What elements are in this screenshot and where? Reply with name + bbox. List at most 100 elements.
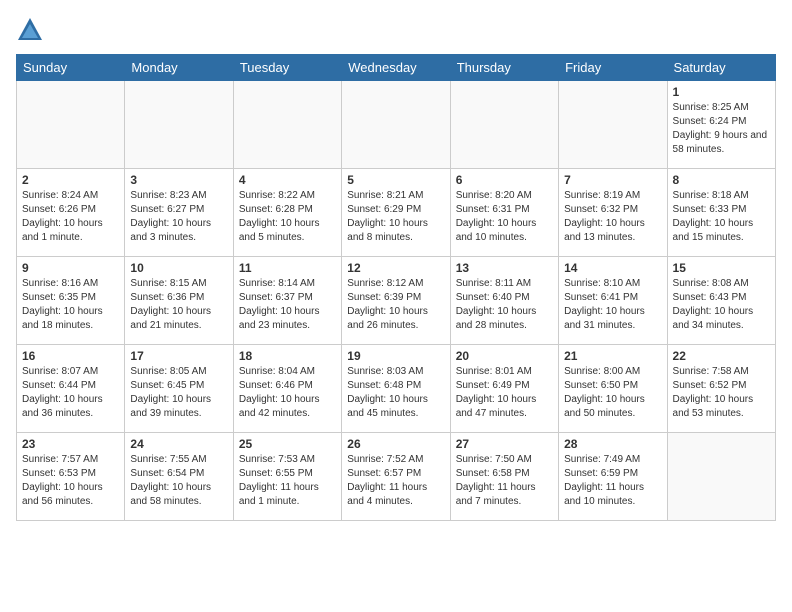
day-info: Sunrise: 8:18 AM Sunset: 6:33 PM Dayligh… <box>673 189 770 245</box>
day-number: 15 <box>673 261 770 275</box>
day-number: 24 <box>130 437 227 451</box>
day-number: 17 <box>130 349 227 363</box>
day-number: 10 <box>130 261 227 275</box>
calendar-day-header: Saturday <box>667 55 775 81</box>
day-info: Sunrise: 8:21 AM Sunset: 6:29 PM Dayligh… <box>347 189 444 245</box>
day-info: Sunrise: 8:22 AM Sunset: 6:28 PM Dayligh… <box>239 189 336 245</box>
day-number: 25 <box>239 437 336 451</box>
day-info: Sunrise: 8:00 AM Sunset: 6:50 PM Dayligh… <box>564 365 661 421</box>
day-info: Sunrise: 7:58 AM Sunset: 6:52 PM Dayligh… <box>673 365 770 421</box>
day-number: 19 <box>347 349 444 363</box>
day-info: Sunrise: 8:01 AM Sunset: 6:49 PM Dayligh… <box>456 365 553 421</box>
calendar-day-cell: 13Sunrise: 8:11 AM Sunset: 6:40 PM Dayli… <box>450 257 558 345</box>
logo <box>16 16 48 44</box>
day-number: 3 <box>130 173 227 187</box>
day-number: 16 <box>22 349 119 363</box>
page: SundayMondayTuesdayWednesdayThursdayFrid… <box>0 0 792 529</box>
calendar-day-header: Wednesday <box>342 55 450 81</box>
day-info: Sunrise: 8:14 AM Sunset: 6:37 PM Dayligh… <box>239 277 336 333</box>
day-info: Sunrise: 8:25 AM Sunset: 6:24 PM Dayligh… <box>673 101 770 157</box>
calendar-day-cell <box>125 81 233 169</box>
day-number: 11 <box>239 261 336 275</box>
day-info: Sunrise: 8:11 AM Sunset: 6:40 PM Dayligh… <box>456 277 553 333</box>
day-info: Sunrise: 7:52 AM Sunset: 6:57 PM Dayligh… <box>347 453 444 509</box>
day-info: Sunrise: 7:57 AM Sunset: 6:53 PM Dayligh… <box>22 453 119 509</box>
calendar-week-row: 9 Sunrise: 8:16 AM Sunset: 6:35 PM Daylig… <box>17 257 776 345</box>
day-number: 2 <box>22 173 119 187</box>
day-info: Sunrise: 8:04 AM Sunset: 6:46 PM Dayligh… <box>239 365 336 421</box>
day-number: 27 <box>456 437 553 451</box>
calendar-day-cell: 19 Sunrise: 8:03 AM Sunset: 6:48 PM Dayli… <box>342 345 450 433</box>
calendar-day-cell: 27 Sunrise: 7:50 AM Sunset: 6:58 PM Dayli… <box>450 433 558 521</box>
day-info: Sunrise: 7:55 AM Sunset: 6:54 PM Dayligh… <box>130 453 227 509</box>
calendar-day-cell <box>342 81 450 169</box>
calendar-day-cell <box>559 81 667 169</box>
header <box>16 16 776 44</box>
calendar-day-cell: 10 Sunrise: 8:15 AM Sunset: 6:36 PM Dayli… <box>125 257 233 345</box>
calendar-day-cell: 14 Sunrise: 8:10 AM Sunset: 6:41 PM Dayli… <box>559 257 667 345</box>
calendar-day-cell: 17 Sunrise: 8:05 AM Sunset: 6:45 PM Dayli… <box>125 345 233 433</box>
calendar-week-row: 16 Sunrise: 8:07 AM Sunset: 6:44 PM Dayli… <box>17 345 776 433</box>
calendar-day-cell: 21 Sunrise: 8:00 AM Sunset: 6:50 PM Dayli… <box>559 345 667 433</box>
day-number: 18 <box>239 349 336 363</box>
day-number: 22 <box>673 349 770 363</box>
calendar-week-row: 2 Sunrise: 8:24 AM Sunset: 6:26 PM Daylig… <box>17 169 776 257</box>
day-info: Sunrise: 8:24 AM Sunset: 6:26 PM Dayligh… <box>22 189 119 245</box>
day-number: 7 <box>564 173 661 187</box>
day-number: 21 <box>564 349 661 363</box>
day-number: 12 <box>347 261 444 275</box>
day-info: Sunrise: 8:08 AM Sunset: 6:43 PM Dayligh… <box>673 277 770 333</box>
calendar-header-row: SundayMondayTuesdayWednesdayThursdayFrid… <box>17 55 776 81</box>
day-info: Sunrise: 8:03 AM Sunset: 6:48 PM Dayligh… <box>347 365 444 421</box>
calendar-day-cell: 7 Sunrise: 8:19 AM Sunset: 6:32 PM Daylig… <box>559 169 667 257</box>
day-number: 1 <box>673 85 770 99</box>
calendar-day-cell: 6 Sunrise: 8:20 AM Sunset: 6:31 PM Daylig… <box>450 169 558 257</box>
day-info: Sunrise: 8:16 AM Sunset: 6:35 PM Dayligh… <box>22 277 119 333</box>
calendar-day-header: Monday <box>125 55 233 81</box>
calendar: SundayMondayTuesdayWednesdayThursdayFrid… <box>16 54 776 521</box>
day-number: 28 <box>564 437 661 451</box>
calendar-day-cell: 3 Sunrise: 8:23 AM Sunset: 6:27 PM Daylig… <box>125 169 233 257</box>
day-info: Sunrise: 8:12 AM Sunset: 6:39 PM Dayligh… <box>347 277 444 333</box>
day-number: 26 <box>347 437 444 451</box>
day-info: Sunrise: 8:20 AM Sunset: 6:31 PM Dayligh… <box>456 189 553 245</box>
calendar-day-cell: 9 Sunrise: 8:16 AM Sunset: 6:35 PM Daylig… <box>17 257 125 345</box>
calendar-day-header: Sunday <box>17 55 125 81</box>
day-number: 14 <box>564 261 661 275</box>
calendar-day-cell: 8 Sunrise: 8:18 AM Sunset: 6:33 PM Daylig… <box>667 169 775 257</box>
calendar-day-cell: 18 Sunrise: 8:04 AM Sunset: 6:46 PM Dayli… <box>233 345 341 433</box>
day-info: Sunrise: 8:07 AM Sunset: 6:44 PM Dayligh… <box>22 365 119 421</box>
calendar-day-cell: 24 Sunrise: 7:55 AM Sunset: 6:54 PM Dayli… <box>125 433 233 521</box>
calendar-day-cell: 26 Sunrise: 7:52 AM Sunset: 6:57 PM Dayli… <box>342 433 450 521</box>
calendar-day-cell <box>667 433 775 521</box>
calendar-day-cell <box>450 81 558 169</box>
calendar-day-cell: 15 Sunrise: 8:08 AM Sunset: 6:43 PM Dayli… <box>667 257 775 345</box>
day-number: 8 <box>673 173 770 187</box>
day-number: 4 <box>239 173 336 187</box>
day-number: 6 <box>456 173 553 187</box>
day-info: Sunrise: 8:10 AM Sunset: 6:41 PM Dayligh… <box>564 277 661 333</box>
calendar-day-header: Friday <box>559 55 667 81</box>
day-info: Sunrise: 8:05 AM Sunset: 6:45 PM Dayligh… <box>130 365 227 421</box>
calendar-day-cell <box>233 81 341 169</box>
calendar-day-cell <box>17 81 125 169</box>
calendar-day-cell: 12 Sunrise: 8:12 AM Sunset: 6:39 PM Dayli… <box>342 257 450 345</box>
day-info: Sunrise: 7:50 AM Sunset: 6:58 PM Dayligh… <box>456 453 553 509</box>
day-info: Sunrise: 7:49 AM Sunset: 6:59 PM Dayligh… <box>564 453 661 509</box>
calendar-day-cell: 1 Sunrise: 8:25 AM Sunset: 6:24 PM Daylig… <box>667 81 775 169</box>
day-info: Sunrise: 8:19 AM Sunset: 6:32 PM Dayligh… <box>564 189 661 245</box>
calendar-day-cell: 4 Sunrise: 8:22 AM Sunset: 6:28 PM Daylig… <box>233 169 341 257</box>
day-number: 23 <box>22 437 119 451</box>
day-number: 5 <box>347 173 444 187</box>
calendar-day-cell: 22 Sunrise: 7:58 AM Sunset: 6:52 PM Dayli… <box>667 345 775 433</box>
day-info: Sunrise: 8:15 AM Sunset: 6:36 PM Dayligh… <box>130 277 227 333</box>
day-info: Sunrise: 8:23 AM Sunset: 6:27 PM Dayligh… <box>130 189 227 245</box>
logo-icon <box>16 16 44 44</box>
calendar-day-cell: 28 Sunrise: 7:49 AM Sunset: 6:59 PM Dayli… <box>559 433 667 521</box>
calendar-day-cell: 2 Sunrise: 8:24 AM Sunset: 6:26 PM Daylig… <box>17 169 125 257</box>
calendar-day-header: Tuesday <box>233 55 341 81</box>
calendar-week-row: 23 Sunrise: 7:57 AM Sunset: 6:53 PM Dayli… <box>17 433 776 521</box>
calendar-day-header: Thursday <box>450 55 558 81</box>
calendar-day-cell: 20Sunrise: 8:01 AM Sunset: 6:49 PM Dayli… <box>450 345 558 433</box>
day-number: 9 <box>22 261 119 275</box>
